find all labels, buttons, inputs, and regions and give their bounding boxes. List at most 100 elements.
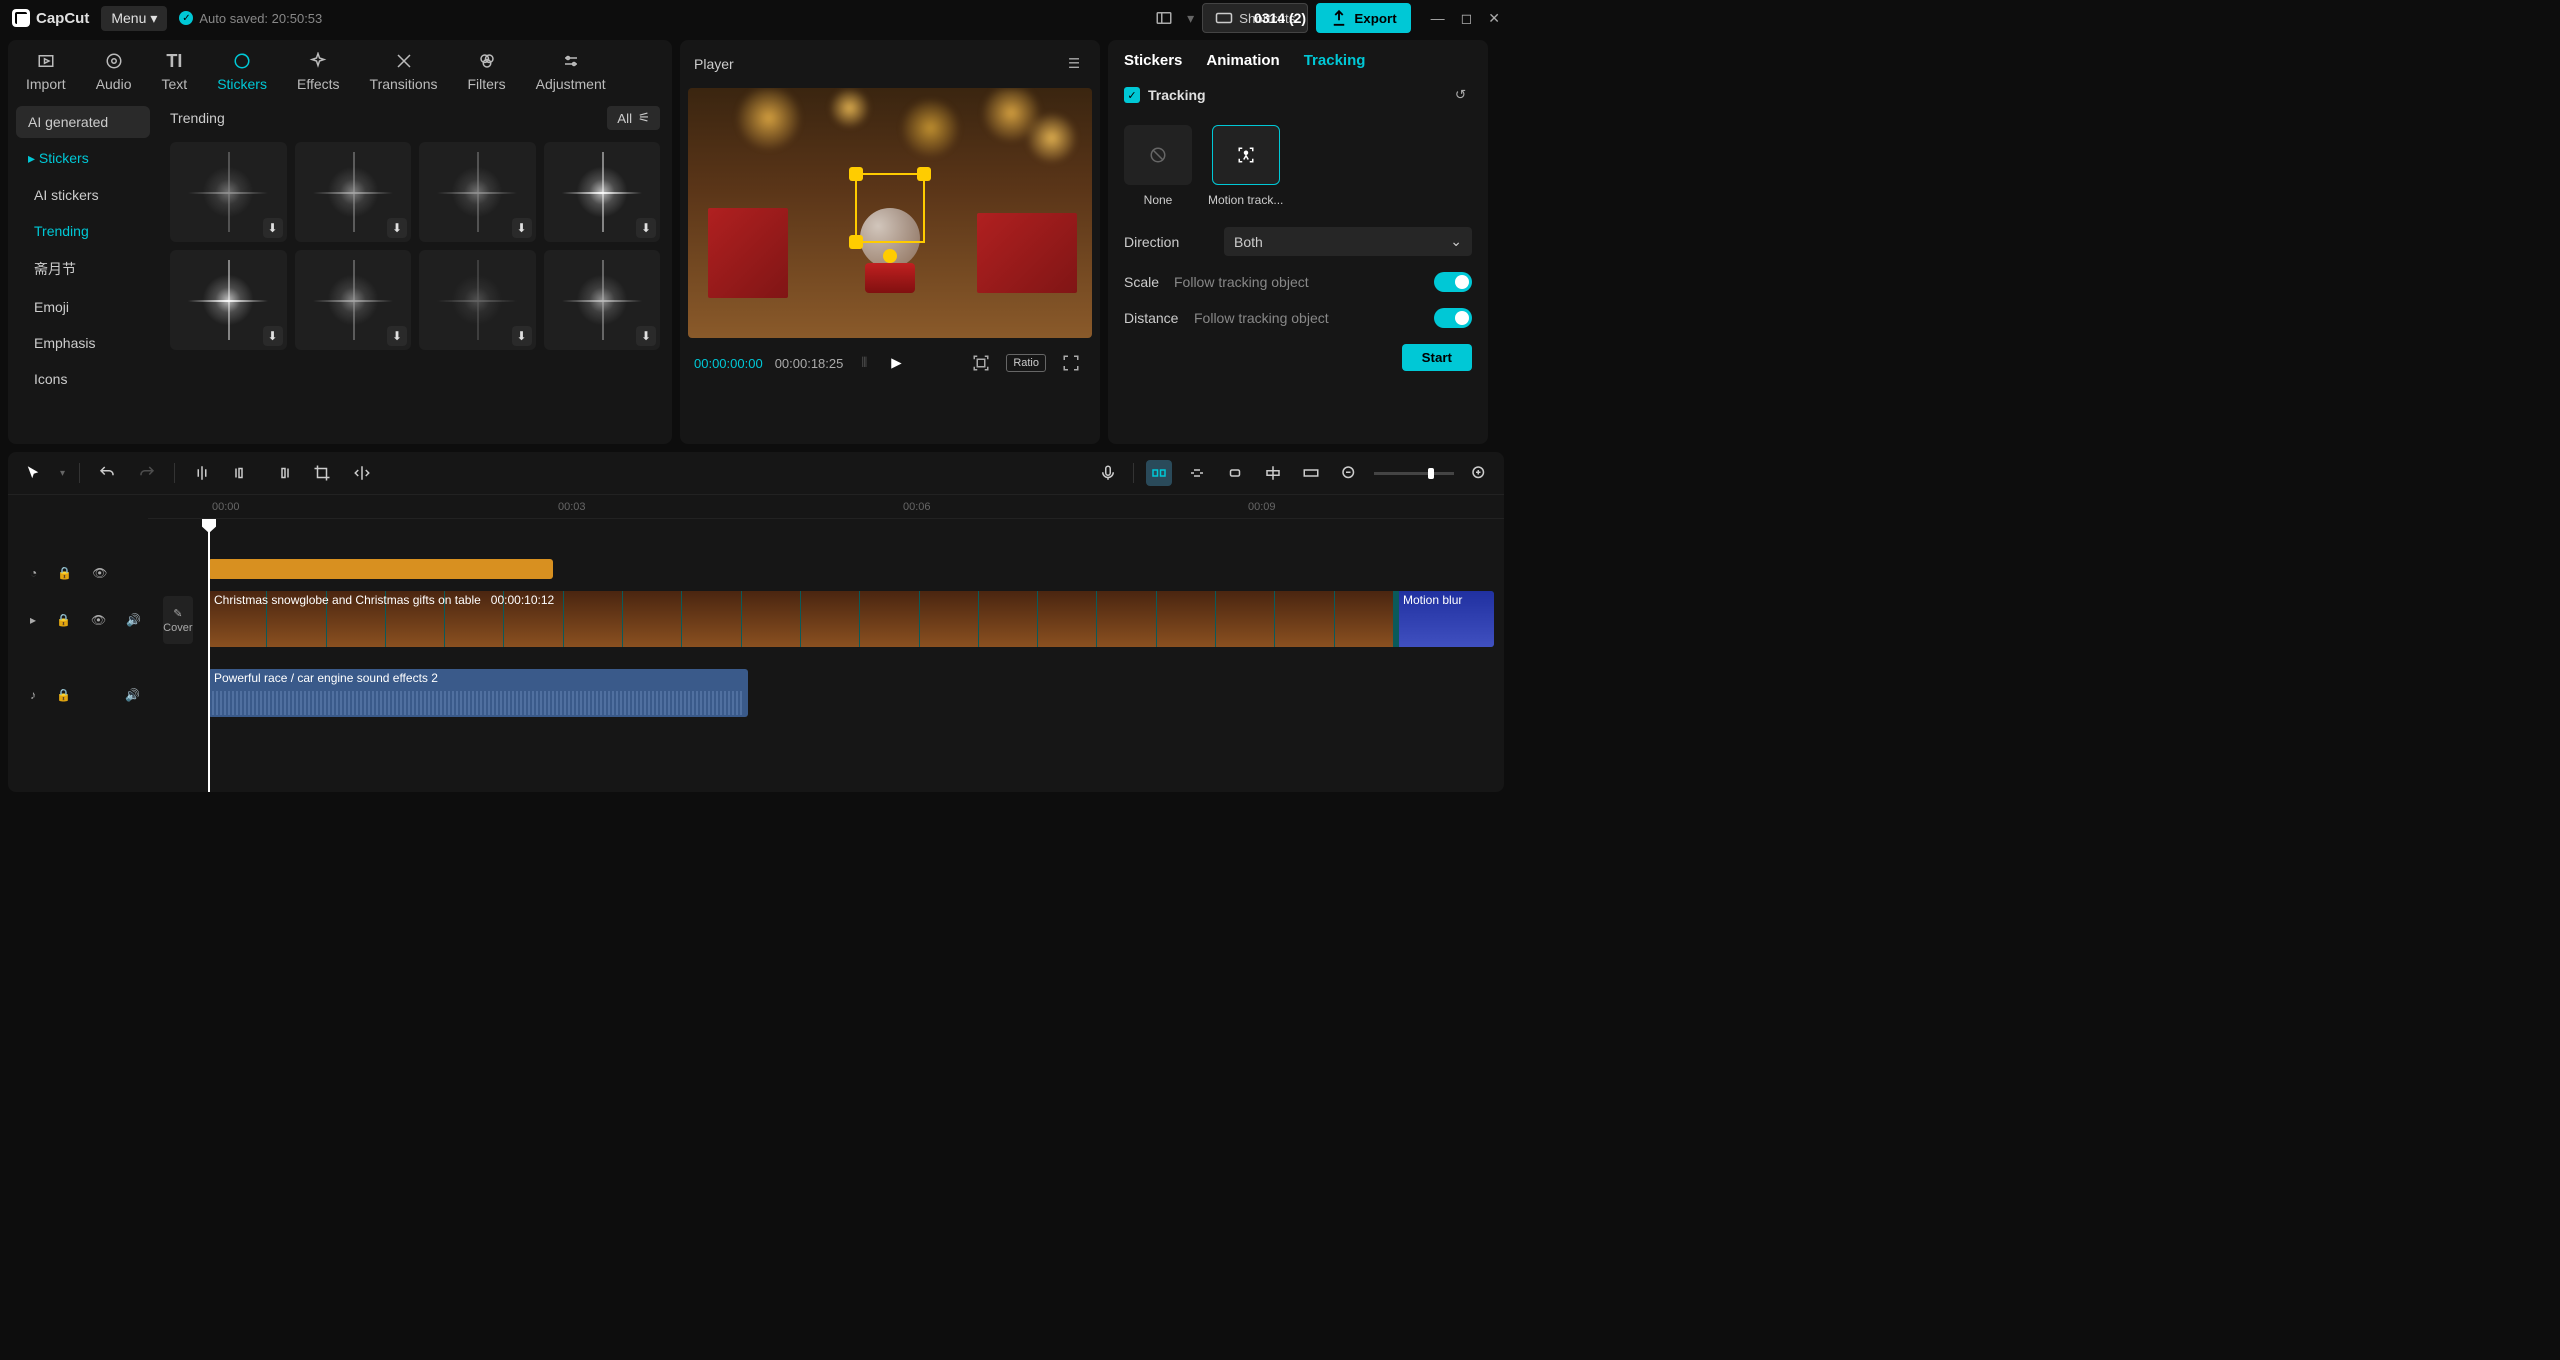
track-audio-icon[interactable]: ♪ bbox=[24, 682, 42, 708]
mode-motion-tracking[interactable]: Motion track... bbox=[1208, 125, 1283, 207]
sidebar-ai-generated[interactable]: AI generated bbox=[16, 106, 150, 138]
download-icon[interactable]: ⬇ bbox=[512, 218, 532, 238]
zoom-slider[interactable] bbox=[1374, 472, 1454, 475]
close-button[interactable]: ✕ bbox=[1488, 10, 1500, 27]
slider-thumb[interactable] bbox=[1428, 468, 1434, 479]
timeline-ruler[interactable]: 00:00 00:03 00:06 00:09 bbox=[148, 495, 1504, 519]
mic-button[interactable] bbox=[1095, 460, 1121, 486]
menu-button[interactable]: Menu ▾ bbox=[101, 6, 167, 31]
delete-right-tool[interactable] bbox=[269, 460, 295, 486]
download-icon[interactable]: ⬇ bbox=[387, 218, 407, 238]
layout-button[interactable] bbox=[1149, 3, 1179, 33]
sidebar-item-emphasis[interactable]: Emphasis bbox=[16, 327, 150, 359]
play-button[interactable]: ▶ bbox=[885, 349, 907, 377]
pointer-tool[interactable] bbox=[20, 460, 46, 486]
tracking-label: Tracking bbox=[1148, 87, 1206, 103]
zoom-out-button[interactable] bbox=[1336, 460, 1362, 486]
tab-audio[interactable]: Audio bbox=[96, 50, 132, 92]
maximize-button[interactable]: ◻ bbox=[1461, 10, 1473, 27]
mirror-tool[interactable] bbox=[349, 460, 375, 486]
markers-tool[interactable] bbox=[1298, 460, 1324, 486]
mode-none[interactable]: None bbox=[1124, 125, 1192, 207]
chevron-down-icon[interactable]: ▾ bbox=[60, 468, 65, 479]
track-mute-button[interactable]: 🔊 bbox=[120, 607, 147, 633]
sticker-item[interactable]: ⬇ bbox=[295, 142, 412, 242]
sticker-selection-box[interactable] bbox=[855, 173, 925, 243]
preview-tool[interactable] bbox=[1222, 460, 1248, 486]
redo-button[interactable] bbox=[134, 460, 160, 486]
track-lock-button[interactable]: 🔒 bbox=[50, 607, 77, 633]
tab-import[interactable]: Import bbox=[26, 50, 66, 92]
ratio-button[interactable]: Ratio bbox=[1006, 354, 1046, 372]
frame-back-button[interactable]: ⦀ bbox=[855, 349, 873, 377]
download-icon[interactable]: ⬇ bbox=[512, 326, 532, 346]
resize-handle[interactable] bbox=[849, 235, 863, 249]
sidebar-item-trending[interactable]: Trending bbox=[16, 215, 150, 247]
sticker-item[interactable]: ⬇ bbox=[544, 142, 661, 242]
tab-filters[interactable]: Filters bbox=[467, 50, 505, 92]
reset-button[interactable]: ↺ bbox=[1449, 81, 1472, 109]
crop-tool[interactable] bbox=[309, 460, 335, 486]
track-lock-button[interactable]: 🔒 bbox=[50, 682, 77, 708]
scale-toggle[interactable] bbox=[1434, 272, 1472, 292]
link-tool[interactable] bbox=[1184, 460, 1210, 486]
download-icon[interactable]: ⬇ bbox=[636, 326, 656, 346]
direction-select[interactable]: Both⌄ bbox=[1224, 227, 1472, 256]
zoom-in-button[interactable] bbox=[1466, 460, 1492, 486]
audio-clip[interactable]: Powerful race / car engine sound effects… bbox=[208, 669, 748, 717]
sidebar-stickers-group[interactable]: ▸ Stickers bbox=[16, 142, 150, 175]
sticker-item[interactable]: ⬇ bbox=[419, 142, 536, 242]
tab-effects[interactable]: Effects bbox=[297, 50, 340, 92]
props-tab-tracking[interactable]: Tracking bbox=[1304, 52, 1366, 69]
sidebar-item-icons[interactable]: Icons bbox=[16, 363, 150, 395]
track-lock-button[interactable]: 🔒 bbox=[51, 560, 78, 586]
track-video-icon[interactable]: ▸ bbox=[24, 607, 42, 633]
tab-adjustment[interactable]: Adjustment bbox=[536, 50, 606, 92]
fullscreen-button[interactable] bbox=[1056, 348, 1086, 378]
sidebar-item-emoji[interactable]: Emoji bbox=[16, 291, 150, 323]
audio-track: ♪ 🔒 🔊 Powerful race / car engine sound e… bbox=[8, 669, 1504, 721]
scale-button[interactable] bbox=[966, 348, 996, 378]
video-clip[interactable]: Christmas snowglobe and Christmas gifts … bbox=[208, 591, 1494, 647]
sticker-item[interactable]: ⬇ bbox=[419, 250, 536, 350]
track-visibility-button[interactable]: 👁 bbox=[86, 560, 113, 586]
delete-left-tool[interactable] bbox=[229, 460, 255, 486]
playhead[interactable] bbox=[208, 519, 210, 792]
sticker-item[interactable]: ⬇ bbox=[170, 250, 287, 350]
download-icon[interactable]: ⬇ bbox=[263, 218, 283, 238]
download-icon[interactable]: ⬇ bbox=[636, 218, 656, 238]
undo-button[interactable] bbox=[94, 460, 120, 486]
minimize-button[interactable]: — bbox=[1431, 10, 1445, 27]
tab-text[interactable]: TIText bbox=[162, 50, 188, 92]
tab-stickers[interactable]: Stickers bbox=[217, 50, 267, 92]
filter-all-button[interactable]: All ⚟ bbox=[607, 106, 660, 130]
video-track: ▸ 🔒 👁 🔊 ✎Cover Christmas snowglobe and C… bbox=[8, 591, 1504, 649]
sticker-item[interactable]: ⬇ bbox=[170, 142, 287, 242]
split-tool[interactable] bbox=[189, 460, 215, 486]
tab-transitions[interactable]: Transitions bbox=[370, 50, 438, 92]
sticker-item[interactable]: ⬇ bbox=[295, 250, 412, 350]
track-time-icon[interactable]: ◔ bbox=[24, 560, 43, 586]
player-viewport[interactable] bbox=[688, 88, 1092, 338]
export-button[interactable]: Export bbox=[1316, 3, 1410, 33]
distance-toggle[interactable] bbox=[1434, 308, 1472, 328]
props-tab-animation[interactable]: Animation bbox=[1206, 52, 1279, 69]
rotate-handle[interactable] bbox=[883, 249, 897, 263]
sticker-item[interactable]: ⬇ bbox=[544, 250, 661, 350]
track-mute-button[interactable]: 🔊 bbox=[119, 682, 146, 708]
download-icon[interactable]: ⬇ bbox=[387, 326, 407, 346]
resize-handle[interactable] bbox=[849, 167, 863, 181]
align-tool[interactable] bbox=[1260, 460, 1286, 486]
player-menu-button[interactable]: ☰ bbox=[1062, 50, 1086, 78]
sidebar-item-ramadan[interactable]: 斋月节 bbox=[16, 251, 150, 287]
resize-handle[interactable] bbox=[917, 167, 931, 181]
start-tracking-button[interactable]: Start bbox=[1402, 344, 1472, 371]
tracking-checkbox[interactable]: ✓ bbox=[1124, 87, 1140, 103]
sticker-clip[interactable] bbox=[208, 559, 553, 579]
download-icon[interactable]: ⬇ bbox=[263, 326, 283, 346]
magnet-tool[interactable] bbox=[1146, 460, 1172, 486]
transitions-icon bbox=[393, 50, 415, 72]
track-visibility-button[interactable]: 👁 bbox=[85, 607, 112, 633]
props-tab-stickers[interactable]: Stickers bbox=[1124, 52, 1182, 69]
sidebar-item-ai-stickers[interactable]: AI stickers bbox=[16, 179, 150, 211]
